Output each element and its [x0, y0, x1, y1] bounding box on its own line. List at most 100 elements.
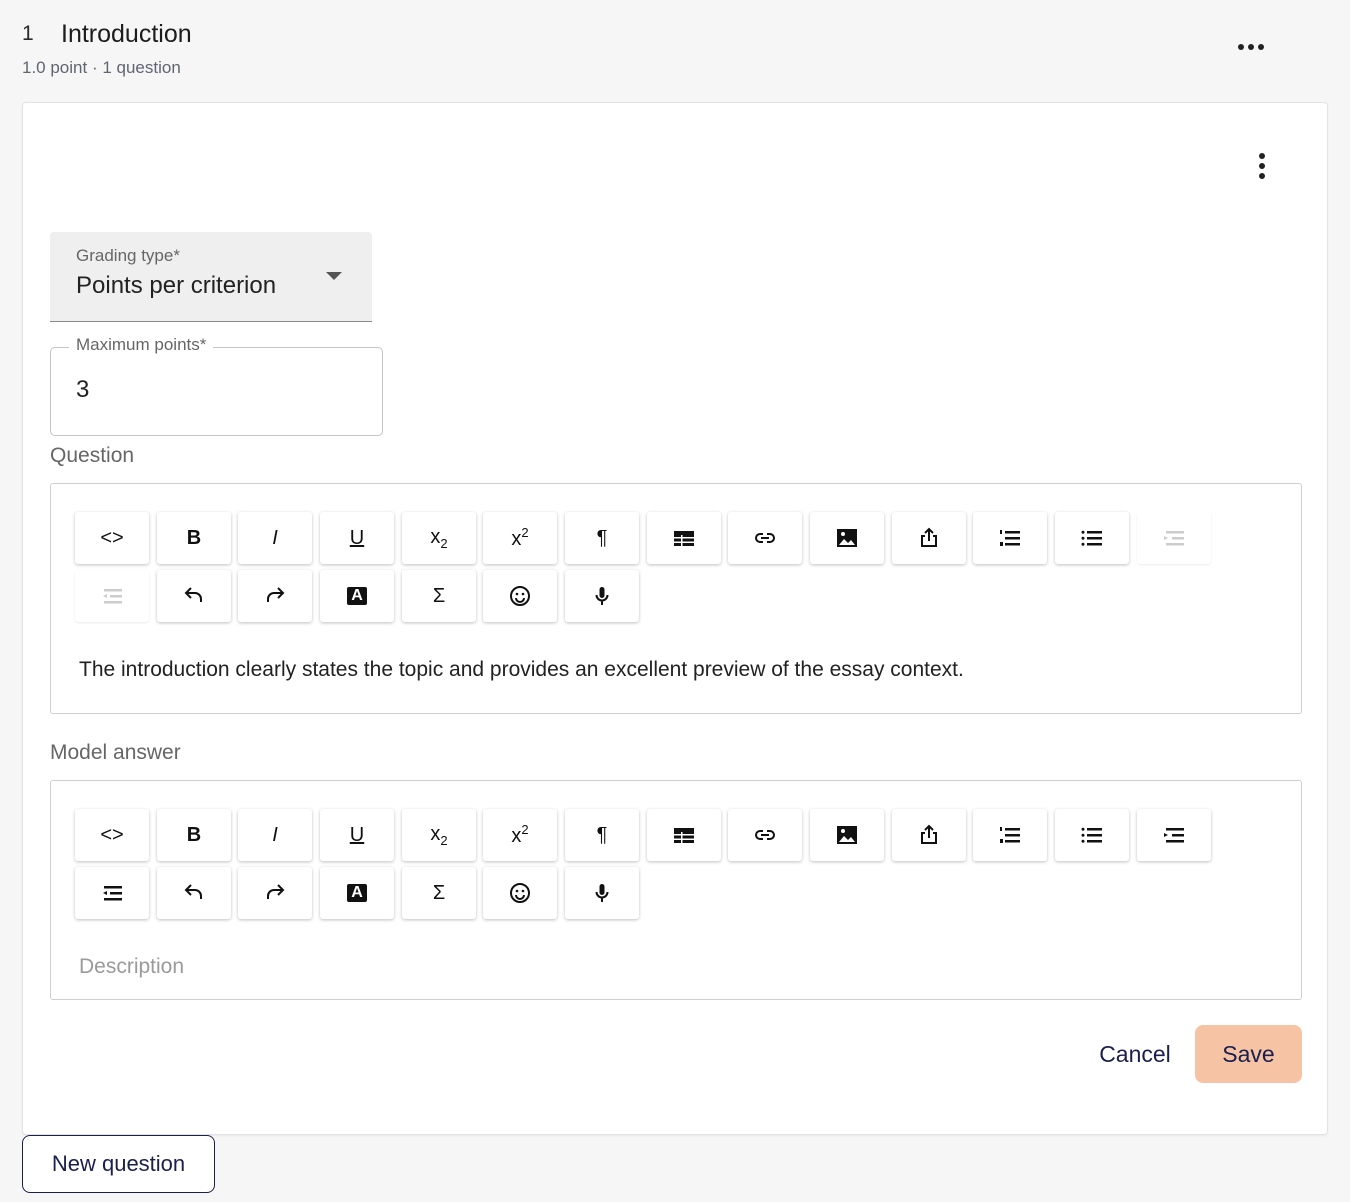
- paragraph-button[interactable]: ¶: [565, 512, 639, 564]
- grading-type-select[interactable]: Grading type* Points per criterion: [50, 232, 372, 322]
- table-icon: [674, 828, 694, 843]
- question-card: Grading type* Points per criterion Maxim…: [22, 102, 1328, 1135]
- subscript-icon: x2: [430, 822, 448, 848]
- undo-icon: [184, 587, 202, 602]
- maximum-points-field: Maximum points*: [50, 335, 383, 436]
- image-button[interactable]: [810, 512, 884, 564]
- bullet-list-button[interactable]: [1055, 809, 1129, 861]
- superscript-icon: x2: [511, 525, 529, 550]
- italic-button[interactable]: I: [238, 809, 312, 861]
- underline-button[interactable]: U: [320, 809, 394, 861]
- bullet-list-button[interactable]: [1055, 512, 1129, 564]
- upload-icon: [921, 824, 937, 844]
- ordered-list-button[interactable]: [973, 809, 1047, 861]
- table-button[interactable]: [647, 512, 721, 564]
- emoji-icon: [510, 883, 530, 903]
- maximum-points-label: Maximum points*: [69, 335, 214, 355]
- redo-button[interactable]: [238, 867, 312, 919]
- ordered-list-button[interactable]: [973, 512, 1047, 564]
- save-button[interactable]: Save: [1195, 1025, 1302, 1083]
- code-button[interactable]: <>: [75, 809, 149, 861]
- section-title: Introduction: [61, 20, 192, 48]
- caret-down-icon: [326, 272, 342, 280]
- emoji-icon: [510, 586, 530, 606]
- section-number: 1: [22, 22, 34, 45]
- outdent-icon: [103, 589, 122, 604]
- undo-button[interactable]: [157, 867, 231, 919]
- outdent-button[interactable]: [75, 867, 149, 919]
- formula-button[interactable]: Σ: [402, 867, 476, 919]
- ordered-list-icon: [1000, 530, 1020, 546]
- table-icon: [674, 531, 694, 546]
- subscript-button[interactable]: x2: [402, 809, 476, 861]
- code-icon: <>: [100, 823, 124, 846]
- text-color-icon: A: [347, 884, 367, 902]
- image-icon: [837, 826, 857, 844]
- microphone-button[interactable]: [565, 570, 639, 622]
- superscript-icon: x2: [511, 822, 529, 847]
- ordered-list-icon: [1000, 827, 1020, 843]
- question-text[interactable]: The introduction clearly states the topi…: [79, 658, 964, 682]
- cancel-button[interactable]: Cancel: [1085, 1026, 1185, 1082]
- question-editor: <> B I U x2 x2 ¶ A Σ The introduction cl…: [50, 483, 1302, 714]
- model-answer-placeholder[interactable]: Description: [79, 955, 184, 979]
- code-icon: <>: [100, 526, 124, 549]
- new-question-button[interactable]: New question: [22, 1135, 215, 1193]
- more-vertical-icon[interactable]: [1259, 153, 1267, 181]
- microphone-icon: [595, 587, 609, 605]
- indent-button[interactable]: [1137, 809, 1211, 861]
- underline-icon: U: [349, 526, 365, 549]
- image-button[interactable]: [810, 809, 884, 861]
- image-icon: [837, 529, 857, 547]
- outdent-icon: [103, 886, 122, 901]
- microphone-button[interactable]: [565, 867, 639, 919]
- upload-button[interactable]: [892, 809, 966, 861]
- indent-button[interactable]: [1137, 512, 1211, 564]
- emoji-button[interactable]: [483, 867, 557, 919]
- grading-type-value: Points per criterion: [76, 272, 277, 299]
- link-button[interactable]: [728, 809, 802, 861]
- indent-icon: [1164, 828, 1184, 843]
- subscript-icon: x2: [430, 525, 448, 551]
- undo-button[interactable]: [157, 570, 231, 622]
- upload-button[interactable]: [892, 512, 966, 564]
- question-label: Question: [50, 444, 135, 467]
- model-answer-editor: <> B I U x2 x2 ¶ A Σ Description: [50, 780, 1302, 1000]
- italic-icon: I: [272, 823, 278, 846]
- paragraph-icon: ¶: [596, 823, 608, 846]
- bold-icon: B: [186, 526, 202, 549]
- paragraph-button[interactable]: ¶: [565, 809, 639, 861]
- formula-icon: Σ: [432, 584, 446, 607]
- maximum-points-input[interactable]: [76, 376, 356, 404]
- bullet-list-icon: [1081, 530, 1102, 546]
- underline-button[interactable]: U: [320, 512, 394, 564]
- redo-icon: [267, 884, 285, 899]
- text-color-button[interactable]: A: [320, 570, 394, 622]
- code-button[interactable]: <>: [75, 512, 149, 564]
- emoji-button[interactable]: [483, 570, 557, 622]
- table-button[interactable]: [647, 809, 721, 861]
- formula-icon: Σ: [432, 881, 446, 904]
- bold-button[interactable]: B: [157, 809, 231, 861]
- redo-button[interactable]: [238, 570, 312, 622]
- section-meta: 1.0 point · 1 question: [22, 58, 181, 77]
- redo-icon: [267, 587, 285, 602]
- bold-icon: B: [186, 823, 202, 846]
- superscript-button[interactable]: x2: [483, 512, 557, 564]
- paragraph-icon: ¶: [596, 526, 608, 549]
- link-button[interactable]: [728, 512, 802, 564]
- text-color-icon: A: [347, 587, 367, 605]
- italic-button[interactable]: I: [238, 512, 312, 564]
- formula-button[interactable]: Σ: [402, 570, 476, 622]
- undo-icon: [184, 884, 202, 899]
- outdent-button[interactable]: [75, 570, 149, 622]
- upload-icon: [921, 527, 937, 547]
- bold-button[interactable]: B: [157, 512, 231, 564]
- microphone-icon: [595, 884, 609, 902]
- link-icon: [755, 830, 775, 840]
- superscript-button[interactable]: x2: [483, 809, 557, 861]
- more-horizontal-icon[interactable]: [1238, 44, 1266, 52]
- text-color-button[interactable]: A: [320, 867, 394, 919]
- subscript-button[interactable]: x2: [402, 512, 476, 564]
- section-header: 1 Introduction 1.0 point · 1 question: [22, 18, 1328, 88]
